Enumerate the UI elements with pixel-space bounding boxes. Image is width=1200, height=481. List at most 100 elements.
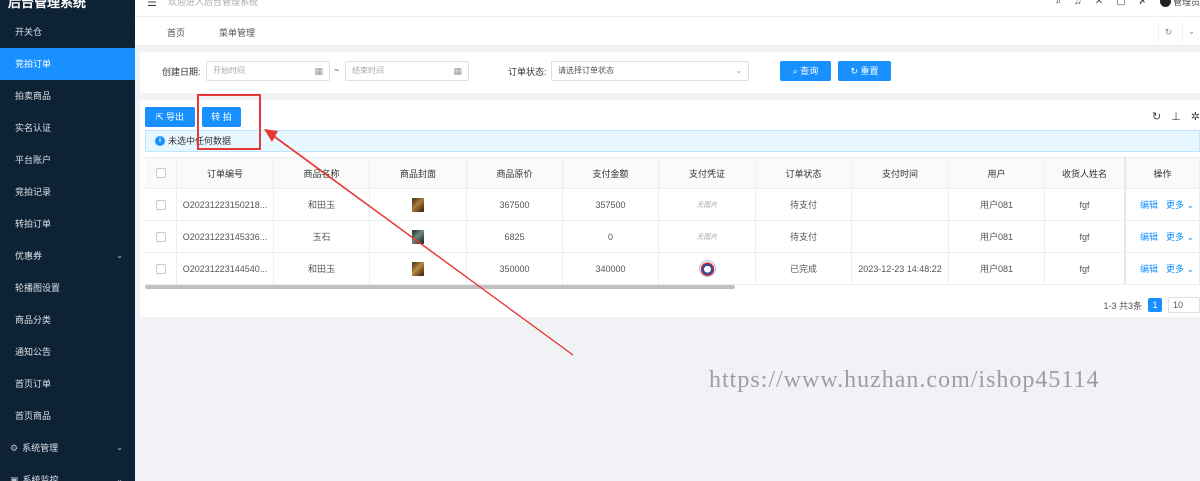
chevron-down-icon: ⌄: [116, 251, 123, 260]
edit-link[interactable]: 编辑: [1140, 198, 1158, 211]
user-cell: 用户081: [949, 189, 1045, 220]
paid-amount-cell: 0: [563, 221, 659, 252]
sidebar-item[interactable]: ▣ 系统监控 ⌄: [0, 464, 135, 481]
payment-voucher-cell: 无图片: [659, 189, 756, 220]
sidebar-item-label: 系统监控: [22, 475, 59, 481]
end-date-input[interactable]: 结束时间 ▦: [345, 61, 469, 81]
edit-link[interactable]: 编辑: [1140, 230, 1158, 243]
product-name-cell: 和田玉: [274, 189, 370, 220]
more-dropdown[interactable]: 更多 ⌄: [1166, 262, 1194, 275]
product-thumbnail[interactable]: [412, 261, 424, 276]
settings-icon[interactable]: ✲: [1191, 110, 1200, 123]
chevron-down-icon: ⌄: [1184, 264, 1195, 274]
pagination-summary: 1-3 共3条: [1103, 300, 1142, 311]
calendar-icon: ▦: [314, 66, 323, 76]
more-dropdown-label: 更多: [1166, 264, 1185, 274]
row-checkbox[interactable]: [145, 221, 177, 252]
row-checkbox[interactable]: [145, 253, 177, 284]
sidebar-item[interactable]: 首页订单: [0, 368, 135, 400]
product-thumbnail[interactable]: [412, 229, 424, 244]
bell-icon[interactable]: ♫: [1074, 0, 1082, 7]
refresh-icon[interactable]: ↻: [1152, 110, 1161, 123]
refresh-tab-icon[interactable]: ↻: [1158, 22, 1178, 42]
query-button[interactable]: ⌕ 查询: [780, 61, 831, 81]
table-row: O20231223144540... 和田玉 350000 340000 已完成 2023…: [145, 253, 1200, 285]
horizontal-scrollbar[interactable]: [145, 285, 735, 289]
sidebar-item[interactable]: 拍卖商品: [0, 80, 135, 112]
order-status-cell: 待支付: [756, 221, 852, 252]
page-size-select[interactable]: 10 条/页: [1168, 297, 1200, 313]
no-image-text: 无图片: [696, 233, 718, 241]
avatar: [1159, 0, 1171, 7]
sidebar-item[interactable]: 商品分类: [0, 304, 135, 336]
edit-link[interactable]: 编辑: [1140, 262, 1158, 275]
start-date-input[interactable]: 开始时间 ▦: [206, 61, 330, 81]
product-cover-cell: [370, 221, 467, 252]
original-price-cell: 350000: [467, 253, 563, 284]
clipboard-icon[interactable]: ▢: [1116, 0, 1125, 7]
receiver-name-cell: fgf: [1045, 189, 1125, 220]
col-actions: 操作: [1125, 158, 1200, 188]
more-dropdown[interactable]: 更多 ⌄: [1166, 198, 1194, 211]
chevron-down-icon: ⌄: [1184, 232, 1195, 242]
table-panel: ⇱ 导出 转 拍 ↻ ⊥ ✲ i 未选中任何数据 订单编号 商品名称 商品封面 …: [140, 100, 1200, 317]
column-height-icon[interactable]: ⊥: [1171, 110, 1181, 123]
sidebar-item[interactable]: 首页商品: [0, 400, 135, 432]
more-dropdown[interactable]: 更多 ⌄: [1166, 230, 1194, 243]
search-panel: 创建日期: 开始时间 ▦ ~ 结束时间 ▦ 订单状态: 请选择订单状态 ⌄ ⌕ …: [140, 52, 1200, 93]
table-tools: ↻ ⊥ ✲: [1152, 110, 1200, 123]
sidebar-item-label: 系统管理: [22, 443, 59, 453]
pagination: 1-3 共3条 1 10 条/页: [1103, 297, 1200, 313]
payment-time-cell: [852, 221, 949, 252]
search-icon: ⌕: [792, 66, 798, 76]
product-thumbnail[interactable]: [412, 197, 424, 212]
sidebar-item[interactable]: 竞拍订单: [0, 48, 135, 80]
end-date-placeholder: 结束时间: [352, 66, 384, 75]
more-dropdown-label: 更多: [1166, 232, 1185, 242]
transfer-auction-button[interactable]: 转 拍: [202, 107, 241, 127]
chevron-down-icon[interactable]: ⌄: [1182, 22, 1200, 42]
sidebar-item[interactable]: 转拍订单: [0, 208, 135, 240]
info-icon: i: [155, 136, 165, 146]
reset-button[interactable]: ↻ 重置: [838, 61, 891, 81]
tab-bar: 首页 菜单管理 ↻ ⌄: [135, 16, 1200, 46]
reset-button-label: 重置: [860, 66, 879, 76]
export-icon: ⇱: [155, 112, 164, 122]
sidebar-item-label: 轮播图设置: [15, 283, 61, 293]
tools-icon[interactable]: ✕: [1095, 0, 1103, 7]
sidebar-item[interactable]: 实名认证: [0, 112, 135, 144]
sidebar-item[interactable]: 竞拍记录: [0, 176, 135, 208]
sidebar-item-label: 通知公告: [15, 347, 52, 357]
order-no-cell: O20231223145336...: [177, 221, 274, 252]
selection-alert-text: 未选中任何数据: [168, 136, 232, 146]
user-cell: 用户081: [949, 221, 1045, 252]
order-status-cell: 待支付: [756, 189, 852, 220]
tab-menu-management[interactable]: 菜单管理: [219, 26, 255, 39]
select-all-checkbox[interactable]: [145, 158, 177, 188]
payment-time-cell: [852, 189, 949, 220]
user-menu[interactable]: 管理员: [1159, 0, 1200, 8]
sidebar-item[interactable]: 开关仓: [0, 16, 135, 48]
menu-toggle-icon[interactable]: ☰: [147, 0, 157, 9]
sidebar-item-label: 首页订单: [15, 379, 52, 389]
sidebar-item[interactable]: 轮播图设置: [0, 272, 135, 304]
export-button[interactable]: ⇱ 导出: [145, 107, 195, 127]
search-icon[interactable]: ⌕: [1056, 0, 1062, 7]
voucher-image[interactable]: [698, 260, 716, 277]
page-1-button[interactable]: 1: [1148, 298, 1162, 312]
order-status-select[interactable]: 请选择订单状态 ⌄: [551, 61, 749, 81]
row-checkbox[interactable]: [145, 189, 177, 220]
sidebar-item[interactable]: ⚙ 系统管理 ⌄: [0, 432, 135, 464]
sidebar-item[interactable]: 优惠券 ⌄: [0, 240, 135, 272]
sidebar-item[interactable]: 平台账户: [0, 144, 135, 176]
welcome-text: 欢迎进入后台管理系统: [168, 0, 259, 7]
receiver-name-cell: fgf: [1045, 221, 1125, 252]
translate-icon[interactable]: ✗: [1139, 0, 1147, 7]
table-row: O20231223145336... 玉石 6825 0 无图片 待支付 用户081 fgf 编…: [145, 221, 1200, 253]
actions-cell: 编辑 更多 ⌄: [1125, 221, 1200, 252]
sidebar-item[interactable]: 通知公告: [0, 336, 135, 368]
tab-home[interactable]: 首页: [167, 26, 185, 39]
sidebar-item-label: 竞拍记录: [15, 187, 52, 197]
sidebar-item-label: 开关仓: [15, 27, 43, 37]
sidebar-item-label: 优惠券: [15, 251, 43, 261]
